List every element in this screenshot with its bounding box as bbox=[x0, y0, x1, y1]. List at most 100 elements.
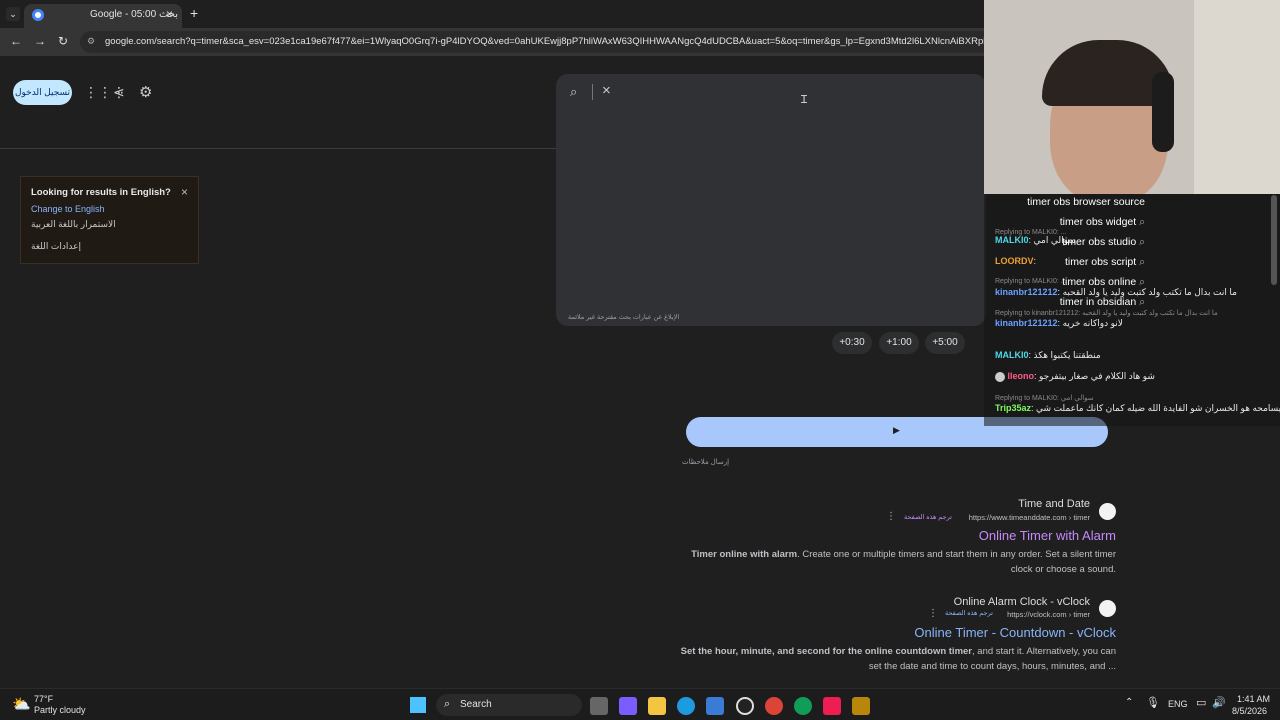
reply-text: Replying to MALKI0: سوالي امي bbox=[995, 395, 1094, 402]
result-site-name: Time and Date bbox=[1018, 498, 1090, 510]
suggestion-text: timer obs script bbox=[1065, 256, 1137, 268]
chat-username: MALKI0 bbox=[995, 350, 1029, 360]
forward-icon[interactable]: → bbox=[34, 34, 46, 48]
result-url: https://vclock.com › timer bbox=[1007, 610, 1090, 619]
add-30s-chip[interactable]: +0:30 bbox=[832, 332, 872, 354]
chat-username: kinanbr121212 bbox=[995, 318, 1058, 328]
suggestion-text: timer obs browser source bbox=[1027, 196, 1145, 208]
snippet-bold: Timer online with alarm bbox=[691, 549, 798, 560]
reload-icon[interactable]: ↻ bbox=[58, 34, 68, 48]
chat-username: lleono bbox=[1007, 371, 1035, 381]
report-suggestions-link[interactable]: الإبلاغ عن عبارات بحث مقترحة غير ملائمة bbox=[568, 313, 679, 321]
add-5m-chip[interactable]: +5:00 bbox=[925, 332, 965, 354]
volume-icon[interactable]: 🔊 bbox=[1212, 696, 1226, 709]
copilot-icon[interactable] bbox=[619, 697, 637, 715]
microphone-icon[interactable]: 🎙 bbox=[1146, 696, 1160, 709]
search-icon: ⌕ bbox=[444, 698, 451, 710]
weather-icon[interactable]: ⛅ bbox=[12, 695, 31, 713]
taskbar-search[interactable]: ⌕ Search bbox=[436, 694, 582, 716]
new-tab-icon[interactable]: + bbox=[190, 5, 198, 21]
suggestion-item[interactable]: timer in obsidian ⌕ bbox=[995, 296, 1145, 316]
result-snippet: Timer online with alarm. Create one or m… bbox=[680, 547, 1116, 577]
send-feedback-link[interactable]: إرسال ملاحظات bbox=[682, 458, 729, 466]
edge-icon[interactable] bbox=[677, 697, 695, 715]
chat-message: lleono: شو هاد الكلام في صغار بيتفرجو bbox=[995, 371, 1280, 392]
obs-icon[interactable] bbox=[736, 697, 754, 715]
input-cursor bbox=[592, 84, 593, 100]
result-snippet: Set the hour, minute, and second for the… bbox=[680, 644, 1116, 674]
snippet-line-1: Set the hour, minute, and second for the… bbox=[680, 644, 1116, 659]
add-1m-chip[interactable]: +1:00 bbox=[879, 332, 919, 354]
result-title-link[interactable]: Online Timer - Countdown - vClock bbox=[914, 625, 1116, 640]
suggestion-item[interactable]: timer obs script ⌕ bbox=[995, 256, 1145, 276]
tray-chevron-icon[interactable]: ⌃ bbox=[1125, 697, 1133, 708]
suggestion-item[interactable]: timer obs online ⌕ bbox=[995, 276, 1145, 296]
continue-arabic-link[interactable]: الاستمرار باللغة العربية bbox=[31, 219, 116, 230]
input-language[interactable]: ENG bbox=[1168, 699, 1188, 709]
app-icon[interactable] bbox=[852, 697, 870, 715]
suggestion-text: timer obs studio bbox=[1062, 236, 1137, 248]
taskbar-search-label: Search bbox=[460, 699, 492, 710]
chat-message: Trip35az: الله يسامحه هو الخسران شو الفا… bbox=[995, 403, 1280, 419]
chat-username: Trip35az bbox=[995, 403, 1032, 413]
avatar bbox=[995, 371, 1005, 382]
weather-temp: 77°F bbox=[34, 694, 54, 704]
suggestion-item[interactable]: timer obs browser source bbox=[995, 196, 1145, 216]
headphones bbox=[1152, 72, 1174, 152]
change-to-english-link[interactable]: Change to English bbox=[31, 204, 105, 214]
clock-time[interactable]: 1:41 AM bbox=[1237, 694, 1270, 704]
google-favicon-icon bbox=[32, 9, 44, 21]
translate-page-link[interactable]: ترجم هذه الصفحة bbox=[945, 609, 993, 617]
site-favicon-icon bbox=[1099, 503, 1116, 520]
chat-text: الله يسامحه هو الخسران شو الفايدة الله ض… bbox=[1036, 403, 1280, 413]
chat-message: MALKI0: منطقتنا يكتبوا هكذ bbox=[995, 350, 1101, 360]
chrome-icon[interactable] bbox=[765, 697, 783, 715]
signin-button[interactable]: تسجيل الدخول bbox=[13, 80, 72, 105]
tab-title: Google - بحث 05:00 bbox=[90, 9, 179, 20]
chrome-active-icon[interactable] bbox=[794, 697, 812, 715]
search-icon: ⌕ bbox=[1139, 216, 1145, 228]
language-settings-link[interactable]: إعدادات اللغة bbox=[31, 241, 81, 252]
tiktok-icon[interactable] bbox=[823, 697, 841, 715]
browser-tab[interactable]: Google - بحث 05:00 × bbox=[24, 4, 182, 28]
back-icon[interactable]: ← bbox=[10, 34, 22, 48]
page-scrollbar[interactable] bbox=[1271, 195, 1277, 285]
translate-page-link[interactable]: ترجم هذه الصفحة bbox=[904, 513, 952, 521]
file-explorer-icon[interactable] bbox=[648, 697, 666, 715]
result-menu-icon[interactable]: ⋮ bbox=[928, 608, 938, 619]
chat-reply bbox=[995, 339, 1280, 350]
result-site-name: Online Alarm Clock - vClock bbox=[953, 596, 1090, 608]
chat-text: منطقتنا يكتبوا هكذ bbox=[1033, 350, 1101, 360]
suggestion-item[interactable]: timer obs widget ⌕ bbox=[995, 216, 1145, 236]
snippet-line-2: set the date and time to count days, hou… bbox=[868, 661, 1116, 672]
window-controls bbox=[900, 0, 984, 28]
chat-text: لانو دواكانه خريه bbox=[1062, 318, 1123, 328]
suggestion-list: timer obs browser source timer obs widge… bbox=[995, 196, 1145, 316]
search-icon: ⌕ bbox=[1139, 256, 1145, 268]
clear-search-icon[interactable]: × bbox=[602, 82, 611, 99]
store-icon[interactable] bbox=[706, 697, 724, 715]
task-view-icon[interactable] bbox=[590, 697, 608, 715]
webcam-background bbox=[1194, 0, 1280, 194]
suggestion-item[interactable]: timer obs studio ⌕ bbox=[995, 236, 1145, 256]
windows-start-icon[interactable] bbox=[410, 697, 426, 713]
search-icon[interactable]: ⌕ bbox=[570, 84, 577, 100]
site-info-icon[interactable]: ⚙ bbox=[87, 36, 95, 47]
suggestion-text: timer obs widget bbox=[1059, 216, 1137, 228]
snippet-rest: . Create one or multiple timers and star… bbox=[797, 549, 1116, 560]
snippet-line-2: clock or choose a sound. bbox=[1010, 564, 1116, 575]
text-cursor-icon: Ɪ bbox=[801, 94, 808, 106]
network-icon[interactable]: ▭ bbox=[1196, 696, 1206, 709]
weather-desc: Partly cloudy bbox=[34, 705, 86, 715]
tab-search-icon[interactable]: ⌄ bbox=[6, 7, 20, 21]
result-menu-icon[interactable]: ⋮ bbox=[886, 511, 896, 522]
language-notice-title: Looking for results in English? bbox=[31, 187, 171, 198]
tab-close-icon[interactable]: × bbox=[166, 7, 173, 21]
site-favicon-icon bbox=[1099, 600, 1116, 617]
settings-gear-icon[interactable]: ⚙ bbox=[139, 83, 152, 101]
result-title-link[interactable]: Online Timer with Alarm bbox=[979, 528, 1116, 543]
share-icon[interactable]: ⋖ bbox=[113, 84, 125, 101]
close-icon[interactable]: × bbox=[181, 185, 188, 199]
clock-date[interactable]: 8/5/2026 bbox=[1232, 706, 1267, 716]
search-suggestions-panel: ⌕ × Ɪ الإبلاغ عن عبارات بحث مقترحة غير م… bbox=[556, 74, 986, 326]
